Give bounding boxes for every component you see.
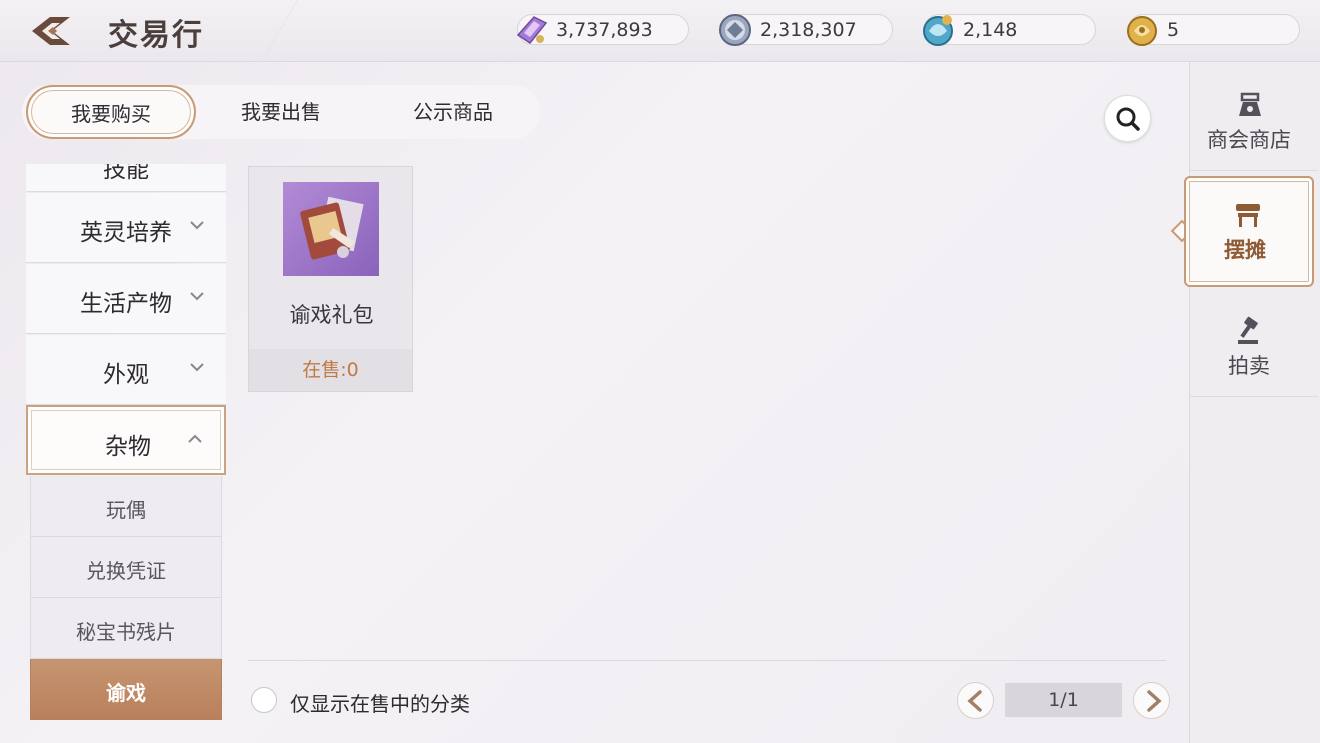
- page-title: 交易行: [108, 18, 204, 53]
- item-card[interactable]: 谕戏礼包 在售:0: [248, 166, 413, 392]
- page-indicator: 1/1: [1005, 683, 1122, 717]
- category-label: 英灵培养: [80, 220, 172, 246]
- filter-radio[interactable]: [251, 687, 277, 713]
- chevron-up-icon: [188, 434, 202, 443]
- currency-gold[interactable]: 5: [1127, 14, 1300, 46]
- subcategory-label: 玩偶: [106, 498, 146, 522]
- back-arrow-icon[interactable]: [28, 12, 74, 50]
- chevron-down-icon: [190, 292, 204, 301]
- chevron-down-icon: [190, 221, 204, 230]
- tab-buy[interactable]: 我要购买: [26, 85, 196, 139]
- subcategory-label: 谕戏: [106, 681, 146, 705]
- filter-label: 仅显示在售中的分类: [290, 692, 470, 716]
- subcategory-treasure-fragment[interactable]: 秘宝书残片: [30, 598, 222, 659]
- crystal-currency-icon: [512, 11, 550, 49]
- currency-crystal[interactable]: 3,737,893: [516, 14, 689, 45]
- nav-label: 摆摊: [1224, 238, 1266, 262]
- subcategory-doll[interactable]: 玩偶: [30, 476, 222, 537]
- currency-value: 2,318,307: [760, 19, 857, 41]
- category-appearance[interactable]: 外观: [26, 335, 226, 405]
- currency-value: 2,148: [963, 19, 1018, 41]
- currency-silver[interactable]: 2,318,307: [719, 14, 893, 46]
- category-label: 杂物: [105, 434, 151, 460]
- silver-coin-icon: [716, 11, 754, 49]
- search-icon: [1116, 107, 1140, 131]
- auction-gavel-icon: [1235, 316, 1265, 346]
- chevron-right-icon: [1147, 690, 1162, 712]
- currency-value: 3,737,893: [556, 19, 653, 41]
- subcategory-label: 兑换凭证: [86, 559, 166, 583]
- nav-auction[interactable]: 拍卖: [1190, 292, 1318, 397]
- prev-page-button[interactable]: [957, 682, 994, 719]
- category-partial[interactable]: 技能: [26, 164, 226, 192]
- currency-value: 5: [1167, 19, 1180, 41]
- chevron-left-icon: [967, 690, 982, 712]
- divider: [248, 660, 1166, 661]
- dragon-token-icon: [919, 11, 957, 49]
- tab-public-goods[interactable]: 公示商品: [368, 85, 538, 139]
- search-button[interactable]: [1104, 95, 1151, 142]
- guild-shop-icon: [1235, 90, 1265, 120]
- nav-guild-shop[interactable]: 商会商店: [1190, 66, 1318, 171]
- item-name: 谕戏礼包: [289, 303, 374, 327]
- trade-tabs: 我要购买 我要出售 公示商品: [22, 85, 540, 139]
- nav-label: 商会商店: [1207, 128, 1291, 152]
- category-label: 生活产物: [80, 291, 172, 317]
- subcategory-voucher[interactable]: 兑换凭证: [30, 537, 222, 598]
- chevron-down-icon: [190, 363, 204, 372]
- nav-label: 拍卖: [1228, 354, 1270, 378]
- gift-pack-icon: [283, 182, 379, 276]
- subcategory-yuxi[interactable]: 谕戏: [30, 659, 222, 720]
- category-label: 技能: [103, 164, 149, 183]
- category-hero-training[interactable]: 英灵培养: [26, 193, 226, 263]
- item-on-sale-count: 在售:0: [249, 349, 412, 391]
- top-bar: 交易行 3,737,893 2,318,307 2,148 5: [0, 0, 1320, 62]
- category-misc[interactable]: 杂物: [26, 405, 226, 475]
- category-life-products[interactable]: 生活产物: [26, 264, 226, 334]
- nav-stall[interactable]: 摆摊: [1184, 176, 1314, 287]
- currency-dragon-token[interactable]: 2,148: [923, 14, 1096, 46]
- subcategory-label: 秘宝书残片: [76, 620, 176, 644]
- stall-icon: [1233, 200, 1263, 230]
- category-label: 外观: [103, 362, 149, 388]
- tab-sell[interactable]: 我要出售: [198, 85, 364, 139]
- gold-dragon-icon: [1123, 11, 1161, 49]
- next-page-button[interactable]: [1133, 682, 1170, 719]
